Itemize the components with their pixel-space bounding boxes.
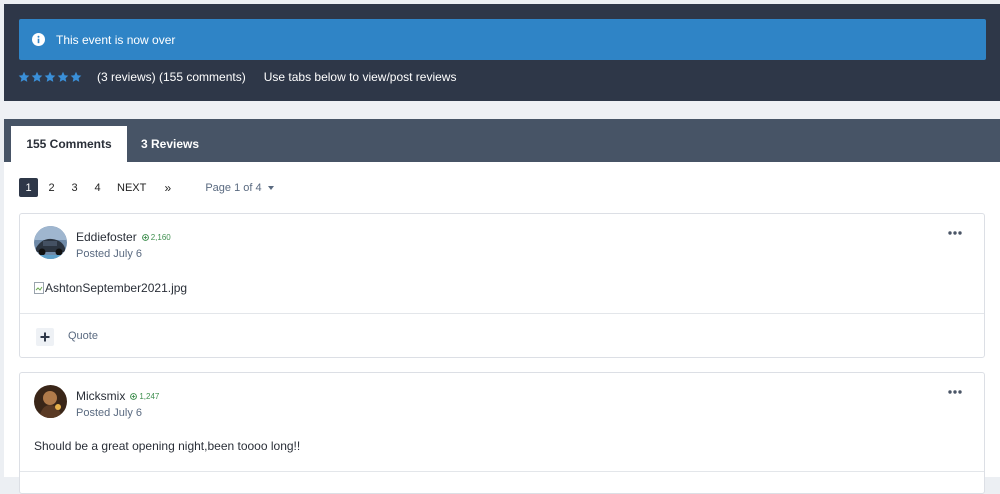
star-icon (44, 71, 56, 82)
page-3-button[interactable]: 3 (65, 178, 84, 197)
review-comment-counts: (3 reviews) (155 comments) (97, 70, 246, 84)
image-attachment[interactable]: AshtonSeptember2021.jpg (34, 281, 187, 295)
author-name[interactable]: Micksmix (76, 389, 125, 403)
last-page-button[interactable]: » (158, 178, 177, 197)
author-name[interactable]: Eddiefoster (76, 230, 137, 244)
alert-text: This event is now over (56, 32, 176, 47)
post-author-row: Eddiefoster 2,160 (76, 230, 171, 244)
star-icon (70, 71, 82, 82)
reputation-plus-icon (130, 392, 138, 400)
avatar[interactable] (34, 385, 67, 418)
tabs-hint: Use tabs below to view/post reviews (263, 70, 457, 84)
event-header: This event is now over (3 reviews) (155 … (4, 4, 1000, 101)
quote-button[interactable]: Quote (68, 330, 98, 342)
more-options-icon[interactable] (948, 390, 962, 394)
broken-image-icon (34, 282, 44, 294)
rating-row: (3 reviews) (155 comments) Use tabs belo… (18, 69, 456, 85)
caret-down-icon (267, 185, 274, 190)
post-date[interactable]: Posted July 6 (76, 248, 142, 260)
page-2-button[interactable]: 2 (42, 178, 61, 197)
reputation-count: 1,247 (139, 391, 160, 401)
reputation-badge: 1,247 (130, 392, 159, 401)
post-divider (20, 313, 984, 314)
tab-bar: 155 Comments 3 Reviews (4, 119, 1000, 162)
star-rating (18, 71, 82, 83)
star-icon (57, 71, 69, 82)
next-page-button[interactable]: NEXT (113, 178, 150, 197)
attachment-filename: AshtonSeptember2021.jpg (45, 281, 188, 295)
spacer (0, 101, 1000, 119)
page-1-button[interactable]: 1 (19, 178, 38, 197)
post-divider (20, 471, 984, 472)
reputation-count: 2,160 (150, 232, 171, 242)
page-4-button[interactable]: 4 (88, 178, 107, 197)
post-body: Should be a great opening night,been too… (34, 439, 301, 453)
tab-reviews[interactable]: 3 Reviews (127, 126, 213, 162)
comments-panel: 1 2 3 4 NEXT » Page 1 of 4 Eddiefoster 2… (4, 162, 1000, 494)
page-jump-dropdown[interactable]: Page 1 of 4 (205, 181, 274, 194)
star-icon (18, 71, 30, 82)
comment-card: Micksmix 1,247 Posted July 6 Should be a… (19, 372, 985, 494)
more-options-icon[interactable] (948, 231, 962, 235)
comment-card: Eddiefoster 2,160 Posted July 6 AshtonSe… (19, 213, 985, 358)
multiquote-button[interactable] (36, 328, 54, 346)
tab-comments[interactable]: 155 Comments (11, 126, 127, 162)
plus-icon (40, 332, 50, 342)
post-date[interactable]: Posted July 6 (76, 407, 142, 419)
page-jump-label: Page 1 of 4 (205, 181, 262, 194)
event-over-alert: This event is now over (19, 19, 986, 60)
pagination: 1 2 3 4 NEXT » Page 1 of 4 (19, 178, 274, 197)
post-author-row: Micksmix 1,247 (76, 389, 159, 403)
avatar[interactable] (34, 226, 67, 259)
reputation-plus-icon (141, 233, 149, 241)
star-icon (31, 71, 43, 82)
info-icon (32, 33, 45, 46)
reputation-badge: 2,160 (141, 232, 171, 242)
